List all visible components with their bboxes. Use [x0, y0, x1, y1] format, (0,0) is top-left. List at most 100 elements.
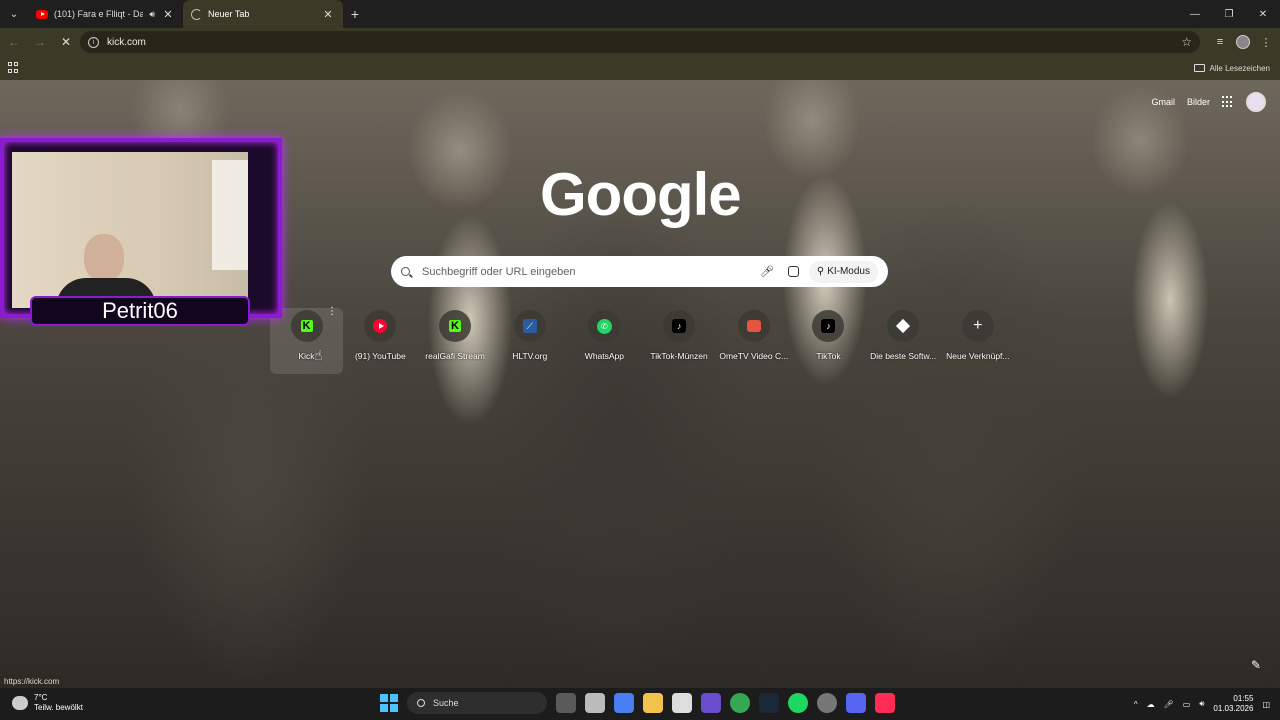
new-tab-button[interactable]: +	[343, 2, 367, 26]
shortcut-tile[interactable]: Die beste Softw...	[866, 308, 941, 374]
search-input[interactable]: Suchbegriff oder URL eingeben	[422, 266, 760, 278]
gmail-link[interactable]: Gmail	[1151, 97, 1175, 107]
forward-button[interactable]: →	[28, 30, 52, 54]
status-url: https://kick.com	[0, 675, 64, 689]
system-tray: ^ ☁ 🎤︎ ▭ 🔊︎ 01:55 01.03.2026 ◫	[1134, 694, 1270, 714]
tab-search-button[interactable]: ⌄	[0, 0, 28, 28]
google-apps-icon[interactable]	[1222, 96, 1234, 108]
date: 01.03.2026	[1213, 704, 1254, 713]
shortcut-tile[interactable]: K realGafi Stream	[418, 308, 493, 374]
shortcut-menu-icon[interactable]: ⋮	[327, 306, 337, 317]
google-lens-icon[interactable]	[787, 266, 799, 277]
files-icon[interactable]	[585, 693, 605, 713]
back-button[interactable]: ←	[2, 30, 26, 54]
minimize-icon[interactable]: —	[1178, 0, 1212, 28]
kick-icon: K	[300, 320, 313, 332]
discord-icon[interactable]	[846, 693, 866, 713]
stop-loading-button[interactable]: ✕	[54, 30, 78, 54]
shortcuts-row: K Kick (91) YouTube K realGafi Stream ⟋ …	[268, 308, 1015, 374]
webcam-frame	[0, 138, 282, 318]
weather-widget[interactable]: 7°C Teilw. bewölkt	[12, 693, 83, 713]
webcam-overlay: Petrit06	[0, 138, 282, 334]
task-view-icon[interactable]	[556, 693, 576, 713]
shortcut-tile[interactable]: + Neue Verknüpf...	[941, 308, 1016, 374]
store-icon[interactable]	[672, 693, 692, 713]
address-bar[interactable]: i kick.com ☆	[80, 31, 1200, 53]
bookmarks-bar: Alle Lesezeichen	[0, 56, 1280, 80]
customize-pencil-icon[interactable]: ✎	[1251, 658, 1261, 672]
close-window-icon[interactable]: ✕	[1246, 0, 1280, 28]
file-explorer-icon[interactable]	[643, 693, 663, 713]
volume-icon[interactable]: 🔊︎	[1199, 699, 1204, 709]
shortcut-label: Neue Verknüpf...	[946, 351, 1010, 361]
chevron-up-icon[interactable]: ^	[1134, 700, 1138, 709]
tiktok-icon: ♪	[821, 319, 836, 333]
window-controls: — ❐ ✕	[1178, 0, 1280, 28]
tab-youtube[interactable]: (101) Fara e Flliqt - Dashuri 🔊︎ ✕	[28, 0, 183, 28]
shortcut-tile[interactable]: ♪ TikTok-Münzen	[642, 308, 717, 374]
windows-start-icon[interactable]	[380, 694, 398, 712]
ometv-icon	[746, 320, 761, 332]
search-icon	[417, 699, 425, 707]
microphone-icon[interactable]: 🎤︎	[760, 265, 774, 278]
webcam-video	[12, 152, 248, 310]
kick-icon: K	[449, 320, 462, 332]
shortcut-label: WhatsApp	[584, 351, 625, 361]
close-tab-icon[interactable]: ✕	[321, 8, 335, 21]
close-tab-icon[interactable]: ✕	[161, 8, 175, 21]
time: 01:55	[1233, 694, 1254, 703]
settings-icon[interactable]	[817, 693, 837, 713]
tab-strip: ⌄ (101) Fara e Flliqt - Dashuri 🔊︎ ✕ Neu…	[0, 0, 1280, 28]
plus-icon: +	[973, 317, 983, 334]
clock[interactable]: 01:55 01.03.2026	[1213, 694, 1253, 714]
menu-kebab-icon[interactable]: ⋮	[1258, 36, 1274, 49]
restore-icon[interactable]: ❐	[1212, 0, 1246, 28]
shortcut-label: realGafi Stream	[425, 351, 485, 361]
shortcut-label: TikTok	[816, 351, 841, 361]
media-controls-icon[interactable]: ≡	[1212, 36, 1228, 48]
search-box[interactable]: Suchbegriff oder URL eingeben 🎤︎ ⚲ KI-Mo…	[391, 256, 888, 287]
shortcut-tile[interactable]: ✆ WhatsApp	[567, 308, 642, 374]
chrome-icon[interactable]	[730, 693, 750, 713]
site-info-icon[interactable]: i	[88, 36, 99, 48]
shortcut-label: Kick	[298, 351, 315, 361]
steam-icon[interactable]	[759, 693, 779, 713]
google-account-avatar[interactable]	[1246, 92, 1266, 112]
onedrive-icon[interactable]: ☁	[1147, 700, 1155, 709]
shortcut-tile[interactable]: (91) YouTube	[343, 308, 418, 374]
tab-title: (101) Fara e Flliqt - Dashuri	[54, 9, 144, 19]
tiktok-icon: ♪	[672, 319, 687, 333]
microphone-icon[interactable]: 🎤︎	[1164, 700, 1174, 709]
hltv-icon: ⟋	[522, 319, 537, 333]
all-bookmarks-button[interactable]: Alle Lesezeichen	[1193, 63, 1270, 73]
ai-mode-button[interactable]: ⚲ KI-Modus	[808, 260, 878, 283]
profile-avatar[interactable]	[1236, 35, 1250, 49]
display-icon[interactable]: ▭	[1183, 700, 1191, 709]
apps-icon[interactable]	[8, 62, 20, 74]
tiktok-live-icon[interactable]	[875, 693, 895, 713]
shortcut-tile[interactable]: ♪ TikTok	[791, 308, 866, 374]
streamer-head	[84, 234, 124, 282]
images-link[interactable]: Bilder	[1187, 97, 1210, 107]
loading-spinner-icon	[191, 8, 202, 20]
taskbar-search[interactable]: Suche	[407, 692, 547, 714]
tab-new-tab[interactable]: Neuer Tab ✕	[183, 0, 343, 28]
google-logo: Google	[540, 161, 742, 228]
shortcut-label: TikTok-Münzen	[650, 351, 708, 361]
speaker-icon[interactable]: 🔊︎	[149, 9, 155, 20]
copilot-icon[interactable]	[614, 693, 634, 713]
shortcut-label: HLTV.org	[512, 351, 548, 361]
shortcut-tile[interactable]: ⟋ HLTV.org	[492, 308, 567, 374]
shortcut-label: OmeTV Video C...	[719, 351, 789, 361]
bookmark-star-icon[interactable]: ☆	[1181, 35, 1192, 49]
sparkle-search-icon: ⚲	[816, 266, 825, 277]
folder-icon	[1193, 64, 1205, 72]
ai-mode-label: KI-Modus	[827, 266, 870, 277]
app-icon[interactable]	[701, 693, 721, 713]
spotify-icon[interactable]	[788, 693, 808, 713]
weather-temp: 7°C	[34, 693, 48, 702]
all-bookmarks-label: Alle Lesezeichen	[1209, 63, 1270, 73]
notifications-icon[interactable]: ◫	[1262, 700, 1270, 709]
shortcut-tile[interactable]: OmeTV Video C...	[716, 308, 791, 374]
ntp-top-links: Gmail Bilder	[1151, 92, 1266, 112]
